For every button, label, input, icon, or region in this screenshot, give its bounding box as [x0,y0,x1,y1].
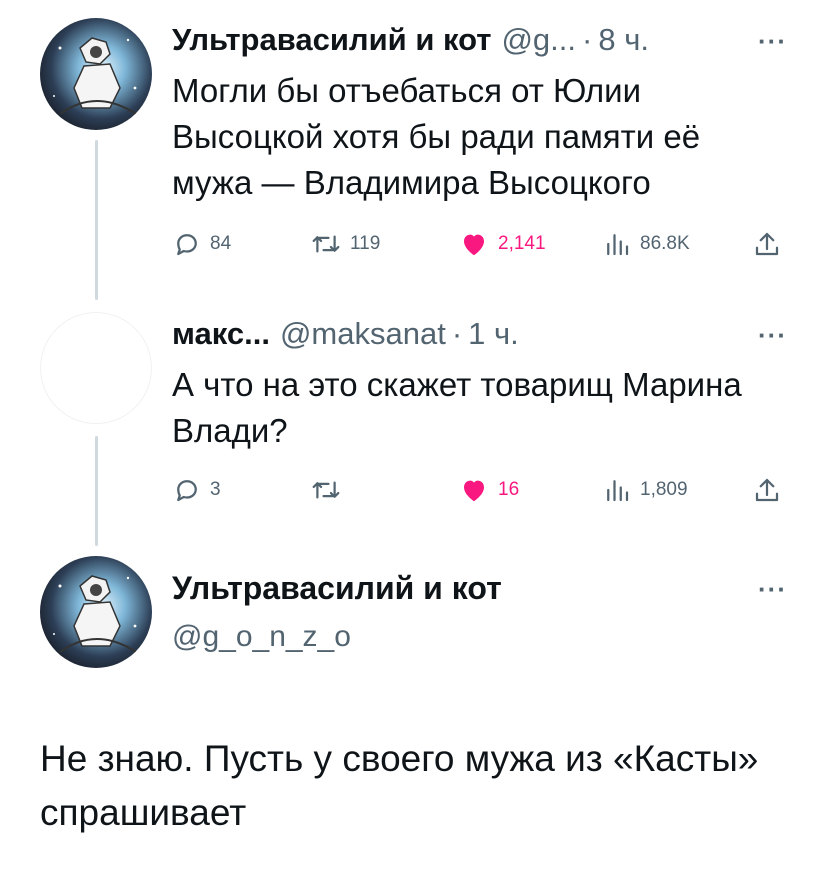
author-name[interactable]: макс... [172,316,270,352]
like-button[interactable]: 16 [458,472,519,508]
author-name[interactable]: Ультравасилий и кот [172,570,502,607]
like-icon [464,480,484,502]
tweet-header: Ультравасилий и кот @g... · 8 ч. [172,22,649,58]
views-count: 86.8K [640,233,690,254]
views-button[interactable]: 1,809 [602,472,688,508]
author-handle[interactable]: @maksanat [280,316,446,352]
like-count: 16 [498,479,520,500]
reply-button[interactable]: 84 [172,226,231,262]
views-icon [607,234,629,256]
tweet-text: Могли бы отъебаться от Юлии Высоцкой хот… [172,72,701,201]
thread-line [95,140,98,300]
retweet-icon [312,235,340,253]
timestamp[interactable]: 8 ч. [598,22,649,58]
reply-button[interactable]: 3 [172,472,221,508]
retweet-button[interactable] [310,472,350,508]
views-count: 1,809 [640,479,688,500]
tweet-text: А что на это скажет товарищ Марина Влади… [172,366,742,449]
separator-dot: · [582,22,593,57]
views-icon [607,480,629,502]
tweet-actions: 84 119 2,141 86.8K [172,226,792,262]
views-button[interactable]: 86.8K [602,226,690,262]
author-name[interactable]: Ультравасилий и кот [172,22,491,58]
like-count: 2,141 [498,233,546,254]
timestamp[interactable]: 1 ч. [468,316,519,352]
retweet-count: 119 [350,233,381,254]
avatar[interactable] [40,556,152,668]
share-icon [755,232,779,256]
avatar[interactable] [40,18,152,130]
reply-count: 3 [210,479,221,500]
more-icon[interactable]: ··· [758,320,787,351]
tweet-text: Не знаю. Пусть у своего мужа из «Касты» … [40,738,759,833]
thread-line [95,436,98,546]
avatar[interactable] [40,312,152,424]
more-icon[interactable]: ··· [758,26,787,57]
separator-dot: · [451,316,463,351]
author-handle[interactable]: @g_o_n_z_o [172,620,351,654]
reply-icon [177,234,197,256]
reply-count: 84 [210,233,232,254]
reply-icon [177,480,197,502]
tweet-actions: 3 16 1,809 [172,472,792,508]
retweet-button[interactable]: 119 [310,226,380,262]
share-button[interactable] [752,226,782,262]
retweet-icon [312,481,340,499]
like-button[interactable]: 2,141 [458,226,546,262]
tweet-header: макс... @maksanat · 1 ч. [172,316,519,352]
author-handle[interactable]: @g... [501,22,576,58]
like-icon [464,234,484,256]
share-icon [755,478,779,502]
more-icon[interactable]: ··· [758,574,787,605]
share-button[interactable] [752,472,782,508]
